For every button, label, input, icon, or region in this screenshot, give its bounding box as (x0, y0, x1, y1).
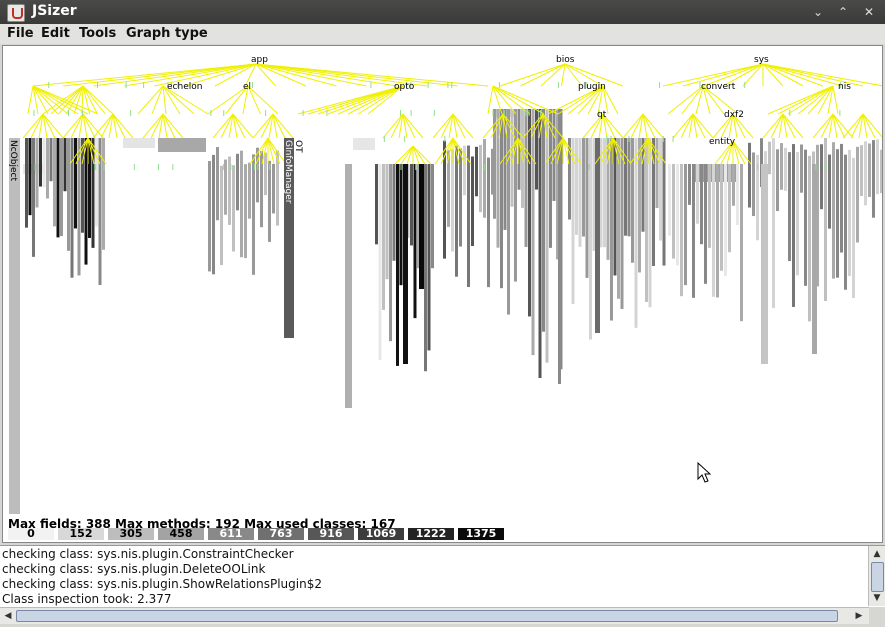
node-sys[interactable]: sys (754, 55, 769, 65)
menu-edit[interactable]: Edit (41, 26, 70, 41)
node-dxf2[interactable]: dxf2 (724, 110, 744, 120)
graph-panel[interactable]: app bios sys echelon el opto plugin conv… (2, 45, 883, 543)
menu-tools[interactable]: Tools (79, 26, 116, 41)
menu-file[interactable]: File (7, 26, 34, 41)
console-line: Class inspection took: 2.377 (2, 592, 172, 606)
scroll-down-icon[interactable]: ▼ (870, 591, 884, 605)
tree-edges (22, 63, 882, 165)
ncobject-bar[interactable] (9, 138, 20, 514)
legend-item: 1222 (408, 528, 454, 540)
node-plugin[interactable]: plugin (578, 82, 606, 92)
node-bios[interactable]: bios (556, 55, 575, 65)
node-entity[interactable]: entity (709, 137, 736, 147)
scroll-left-icon[interactable]: ◀ (1, 609, 15, 623)
console-vertical-scrollbar[interactable]: ▲ ▼ (868, 546, 885, 606)
legend-item: 1375 (458, 528, 504, 540)
close-icon[interactable]: ✕ (861, 4, 877, 20)
menu-graph-type[interactable]: Graph type (126, 26, 208, 41)
mouse-cursor-icon (697, 462, 711, 483)
node-convert[interactable]: convert (701, 82, 736, 92)
label-ncobject: NcObject (8, 140, 18, 181)
title-bar: JSizer ⌄ ⌃ ✕ (0, 0, 885, 24)
legend-item: 458 (158, 528, 204, 540)
label-ginfomanager: GInfoManager (283, 140, 293, 204)
vertical-scroll-thumb[interactable] (871, 562, 884, 592)
horizontal-scroll-thumb[interactable] (16, 610, 838, 622)
legend-item: 0 (8, 528, 54, 540)
package-tree[interactable]: app bios sys echelon el opto plugin conv… (3, 46, 883, 516)
maximize-icon[interactable]: ⌃ (835, 4, 851, 20)
legend-item: 916 (308, 528, 354, 540)
java-icon (7, 4, 25, 22)
label-ot: OT (293, 140, 303, 153)
legend-item: 611 (208, 528, 254, 540)
console-horizontal-scrollbar[interactable]: ◀ ▶ (0, 607, 869, 624)
legend-item: 305 (108, 528, 154, 540)
legend-item: 763 (258, 528, 304, 540)
node-qt[interactable]: qt (597, 110, 607, 120)
scroll-right-icon[interactable]: ▶ (852, 609, 866, 623)
window-corner (869, 607, 885, 627)
legend-item: 1069 (358, 528, 404, 540)
console-output[interactable]: checking class: sys.nis.plugin.Constrain… (0, 545, 885, 608)
node-app[interactable]: app (251, 55, 268, 65)
console-line: checking class: sys.nis.plugin.DeleteOOL… (2, 562, 266, 576)
node-nis[interactable]: nis (838, 82, 851, 92)
minimize-icon[interactable]: ⌄ (810, 4, 826, 20)
console-line: checking class: sys.nis.plugin.Constrain… (2, 547, 294, 561)
menu-bar: File Edit Tools Graph type (0, 24, 885, 44)
scroll-up-icon[interactable]: ▲ (870, 547, 884, 561)
node-el[interactable]: el (243, 82, 251, 92)
console-line: checking class: sys.nis.plugin.ShowRelat… (2, 577, 322, 591)
node-opto[interactable]: opto (394, 82, 415, 92)
legend-item: 152 (58, 528, 104, 540)
window-title: JSizer (32, 3, 77, 19)
node-echelon[interactable]: echelon (167, 82, 202, 92)
